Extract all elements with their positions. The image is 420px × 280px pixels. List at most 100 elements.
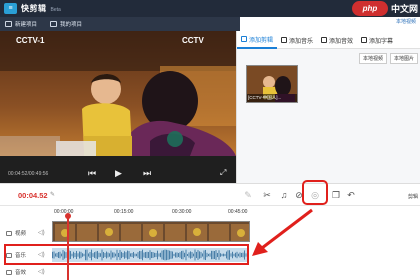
next-frame-button[interactable]: ⏭ <box>143 169 151 178</box>
waveform-bar <box>110 250 112 260</box>
tab-add-music[interactable]: 添加音乐 <box>277 31 317 49</box>
waveform-bar <box>145 252 146 258</box>
timeline-ruler[interactable]: 00:00:00 00:15:00 00:30:00 00:45:00 <box>0 206 420 221</box>
waveform-bar <box>206 252 208 258</box>
waveform-bar <box>215 250 217 260</box>
waveform-bar <box>85 249 86 261</box>
sound-effect-icon <box>321 37 328 43</box>
play-button[interactable]: ▶ <box>115 169 122 178</box>
folder-icon <box>50 21 58 27</box>
main-toolbar: 新建项目 我的项目 <box>0 17 240 31</box>
waveform-bar <box>163 250 164 260</box>
pen-icon[interactable]: ✎ <box>242 189 254 201</box>
waveform-bar <box>191 252 193 258</box>
waveform-bar <box>56 252 58 258</box>
sfx-volume-icon[interactable]: ◁) <box>38 268 45 275</box>
waveform-bar <box>176 252 178 258</box>
waveform-bar <box>226 251 227 259</box>
waveform-bar <box>130 253 131 257</box>
undo-icon[interactable]: ↶ <box>345 189 357 201</box>
preview-frame-image: CCTV-1 CCTV <box>0 31 236 156</box>
text-icon <box>361 37 368 43</box>
playhead-line <box>67 218 69 280</box>
media-panel: 添加剪辑 添加音乐 添加音效 添加字幕 本地视频 本地图片 [CCTV-中国人]… <box>236 31 420 183</box>
import-local-video-button[interactable]: 本地视频 <box>358 53 387 64</box>
waveform-bar <box>227 250 229 260</box>
waveform-bar <box>98 252 100 258</box>
tab-add-subtitle-label: 添加字幕 <box>369 38 394 45</box>
waveform-bar <box>103 251 104 259</box>
video-track-name: 视频 <box>15 231 27 237</box>
waveform-bar <box>178 253 179 257</box>
music-note-icon[interactable]: ♫ <box>278 189 290 201</box>
waveform-bar <box>229 250 230 260</box>
waveform-bar <box>217 252 218 258</box>
audio-track-clip[interactable] <box>52 248 247 262</box>
waveform-bar <box>52 251 53 259</box>
waveform-bar <box>155 252 157 258</box>
waveform-bar <box>77 253 79 257</box>
waveform-bar <box>223 253 224 257</box>
waveform-bar <box>197 250 199 260</box>
waveform-bar <box>199 251 200 259</box>
waveform-bar <box>104 252 106 258</box>
video-camera-icon <box>6 230 12 236</box>
waveform-bar <box>82 253 83 257</box>
waveform-bar <box>211 250 212 260</box>
waveform-bar <box>139 250 140 260</box>
waveform-bar <box>109 253 110 257</box>
tab-add-clip[interactable]: 添加剪辑 <box>237 31 278 49</box>
waveform-bar <box>244 250 245 260</box>
waveform-bar <box>53 251 55 259</box>
new-project-button[interactable]: 新建项目 <box>5 20 37 28</box>
video-volume-icon[interactable]: ◁) <box>38 229 45 236</box>
music-icon <box>6 252 12 258</box>
fullscreen-button[interactable]: ⤢ <box>220 168 226 177</box>
video-track-thumbnails <box>53 222 249 241</box>
tool-highlight-box <box>302 180 328 205</box>
audio-waveform <box>52 249 247 261</box>
waveform-bar <box>167 250 169 260</box>
clip-caption: [CCTV-中国人]... <box>247 94 297 102</box>
waveform-bar <box>220 253 221 257</box>
import-local-image-button[interactable]: 本地图片 <box>389 53 418 64</box>
waveform-bar <box>119 250 121 260</box>
waveform-bar <box>166 249 167 261</box>
waveform-bar <box>55 253 56 257</box>
waveform-bar <box>218 250 220 260</box>
video-preview[interactable]: CCTV-1 CCTV <box>0 31 236 156</box>
waveform-bar <box>179 252 181 258</box>
waveform-bar <box>88 253 89 257</box>
waveform-bar <box>118 252 119 258</box>
waveform-bar <box>241 252 242 258</box>
audio-volume-icon[interactable]: ◁) <box>38 251 45 258</box>
waveform-bar <box>160 252 161 258</box>
waveform-bar <box>122 252 124 258</box>
clip-thumbnail[interactable]: [CCTV-中国人]... <box>246 65 298 103</box>
previous-frame-button[interactable]: ⏮ <box>88 169 96 178</box>
scissors-icon[interactable]: ✂ <box>261 189 273 201</box>
waveform-bar <box>235 252 236 258</box>
php-logo-badge: php <box>352 1 388 16</box>
document-icon <box>5 21 12 27</box>
ruler-label: 00:30:00 <box>172 209 192 215</box>
my-projects-label: 我的项目 <box>60 22 83 28</box>
tab-add-sfx[interactable]: 添加音效 <box>317 31 357 49</box>
waveform-bar <box>188 252 190 258</box>
preview-time-display: 00:04:52/00:49:56 <box>8 171 49 177</box>
waveform-bar <box>149 250 151 260</box>
video-track-clip[interactable] <box>52 221 250 242</box>
copy-icon[interactable]: ❐ <box>330 189 342 201</box>
audio-track-label: 音乐 <box>6 251 26 259</box>
edit-time-icon[interactable]: ✎ <box>50 191 55 198</box>
waveform-bar <box>113 252 115 258</box>
sound-effect-icon <box>6 269 12 275</box>
waveform-bar <box>62 250 64 260</box>
waveform-bar <box>71 253 73 257</box>
waveform-bar <box>242 252 244 258</box>
waveform-bar <box>200 251 202 259</box>
waveform-bar <box>59 251 61 259</box>
tab-add-subtitle[interactable]: 添加字幕 <box>357 31 397 49</box>
waveform-bar <box>239 252 241 258</box>
my-projects-button[interactable]: 我的项目 <box>50 20 82 28</box>
